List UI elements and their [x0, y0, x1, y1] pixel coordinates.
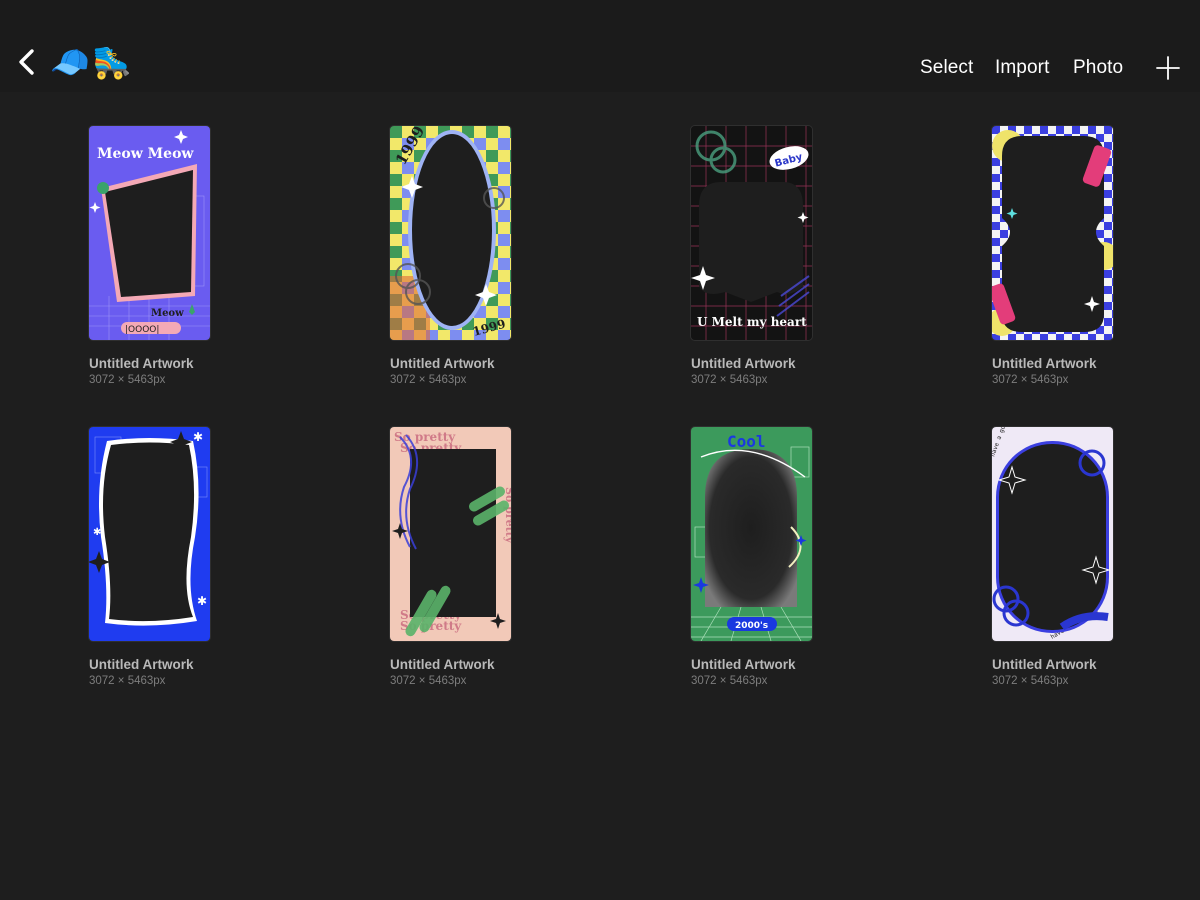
- artwork-text: So pretty: [503, 487, 511, 544]
- artwork-thumbnail[interactable]: Baby U Melt my heart: [691, 126, 812, 340]
- artwork-tile[interactable]: ✱ ✱ ✱ Untitled Artwork 3072 × 5463px: [89, 427, 249, 687]
- artwork-tile[interactable]: 1999 1999 Untitled Artwork 3072 × 5463px: [390, 126, 550, 386]
- artwork-text: U Melt my heart: [697, 315, 807, 329]
- svg-text:✱: ✱: [197, 594, 207, 608]
- artwork-thumbnail-image: Meow Meow Meow |OOOO|: [89, 126, 210, 340]
- artwork-title: Untitled Artwork: [89, 356, 194, 371]
- artwork-title: Untitled Artwork: [390, 657, 495, 672]
- artwork-text: Meow: [151, 308, 184, 319]
- plus-icon: [1156, 56, 1180, 80]
- artwork-thumbnail-image: ✱ ✱ ✱: [89, 427, 210, 641]
- artwork-dimensions: 3072 × 5463px: [390, 675, 467, 687]
- back-button[interactable]: [14, 46, 42, 78]
- artwork-title: Untitled Artwork: [992, 356, 1097, 371]
- photo-button[interactable]: Photo: [1073, 57, 1123, 79]
- artwork-title: Untitled Artwork: [691, 657, 796, 672]
- artwork-thumbnail-image: Cool 2000's: [691, 427, 812, 641]
- artwork-dimensions: 3072 × 5463px: [89, 374, 166, 386]
- artwork-tile[interactable]: Untitled Artwork 3072 × 5463px: [992, 126, 1152, 386]
- artwork-tile[interactable]: So pretty So pretty So pretty So pretty …: [390, 427, 550, 687]
- artwork-thumbnail-image: 1999 1999: [390, 126, 511, 340]
- cap-emoji-icon: 🧢: [50, 43, 90, 81]
- artwork-thumbnail-image: [992, 126, 1113, 340]
- artwork-text: Meow Meow: [97, 146, 194, 162]
- artwork-thumbnail[interactable]: ✱ ✱ ✱: [89, 427, 210, 641]
- import-button[interactable]: Import: [995, 57, 1049, 79]
- artwork-thumbnail[interactable]: have a good day have a good day: [992, 427, 1113, 641]
- artwork-thumbnail-image: So pretty So pretty So pretty So pretty …: [390, 427, 511, 641]
- artwork-thumbnail-image: have a good day have a good day: [992, 427, 1113, 641]
- artwork-dimensions: 3072 × 5463px: [992, 675, 1069, 687]
- artwork-thumbnail[interactable]: Meow Meow Meow |OOOO|: [89, 126, 210, 340]
- artwork-text: 2000's: [735, 621, 768, 631]
- artwork-thumbnail-image: Baby U Melt my heart: [691, 126, 812, 340]
- artwork-text: Cool: [727, 432, 766, 451]
- artwork-tile[interactable]: Meow Meow Meow |OOOO| Untitled Artwork 3…: [89, 126, 249, 386]
- artwork-tile[interactable]: Baby U Melt my heart Untitled Artwork 30…: [691, 126, 851, 386]
- artwork-dimensions: 3072 × 5463px: [390, 374, 467, 386]
- artwork-dimensions: 3072 × 5463px: [89, 675, 166, 687]
- chevron-left-icon: [19, 49, 34, 75]
- artwork-thumbnail[interactable]: So pretty So pretty So pretty So pretty …: [390, 427, 511, 641]
- top-bar: 🧢 🛼 Select Import Photo: [0, 0, 1200, 92]
- artwork-thumbnail[interactable]: Cool 2000's: [691, 427, 812, 641]
- artwork-dimensions: 3072 × 5463px: [691, 675, 768, 687]
- artwork-thumbnail[interactable]: [992, 126, 1113, 340]
- artwork-title: Untitled Artwork: [89, 657, 194, 672]
- svg-text:✱: ✱: [93, 527, 101, 538]
- artwork-text: |OOOO|: [125, 325, 159, 335]
- artwork-dimensions: 3072 × 5463px: [992, 374, 1069, 386]
- artwork-title: Untitled Artwork: [691, 356, 796, 371]
- roller-skate-emoji-icon: 🛼: [92, 43, 132, 81]
- artwork-title: Untitled Artwork: [390, 356, 495, 371]
- select-button[interactable]: Select: [920, 57, 973, 79]
- artwork-tile[interactable]: Cool 2000's Untitled Artwork 3072 × 5463…: [691, 427, 851, 687]
- add-artwork-button[interactable]: [1156, 56, 1180, 80]
- artwork-title: Untitled Artwork: [992, 657, 1097, 672]
- artwork-thumbnail[interactable]: 1999 1999: [390, 126, 511, 340]
- artwork-dimensions: 3072 × 5463px: [691, 374, 768, 386]
- artwork-tile[interactable]: have a good day have a good day Untitled…: [992, 427, 1152, 687]
- svg-text:✱: ✱: [193, 430, 203, 444]
